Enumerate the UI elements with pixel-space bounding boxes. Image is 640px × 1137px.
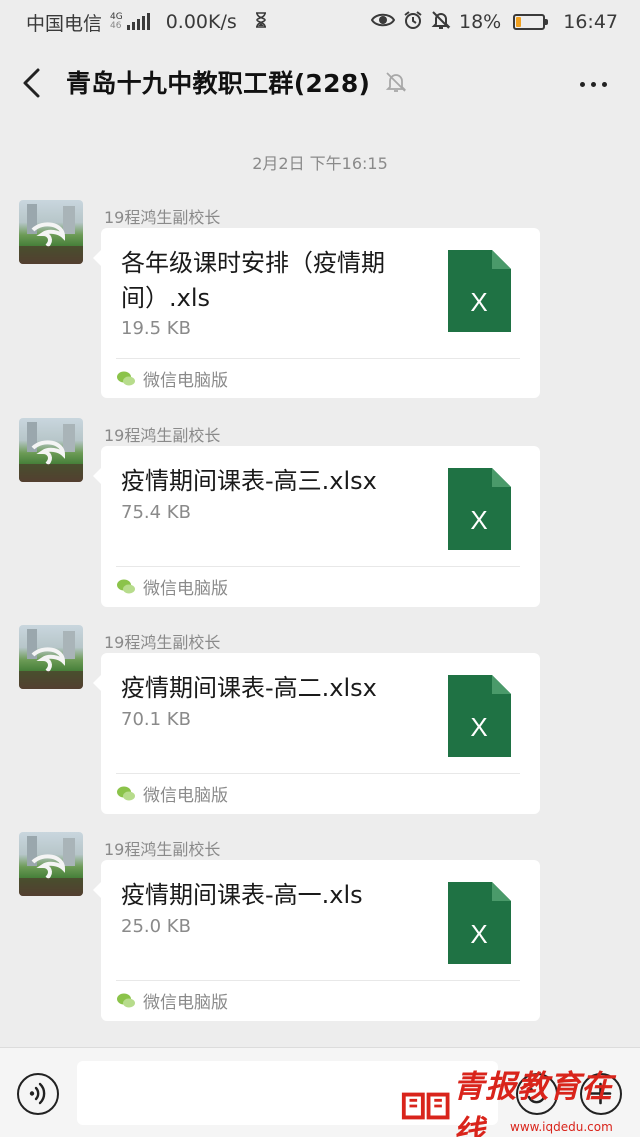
voice-button[interactable] [17,1073,59,1115]
excel-letter: X [470,712,487,742]
battery-percent: 18% [459,11,502,33]
file-message: 19程鸿生副校长 疫情期间课表-高三.xlsx 75.4 KB X 微信电脑版 [0,418,640,618]
alarm-icon [403,10,423,35]
source-label: 微信电脑版 [143,993,228,1013]
excel-file-icon: X [448,468,511,550]
file-card[interactable]: 各年级课时安排（疫情期间）.xls 19.5 KB X 微信电脑版 [93,228,540,398]
file-size: 19.5 KB [121,318,191,339]
wechat-icon [117,579,135,594]
file-card[interactable]: 疫情期间课表-高三.xlsx 75.4 KB X 微信电脑版 [93,446,540,607]
bell-off-icon [431,10,451,35]
file-name: 疫情期间课表-高三.xlsx [121,467,377,495]
avatar[interactable] [19,418,83,482]
more-icon-dot [602,81,607,87]
avatar[interactable] [19,832,83,896]
signal-icon [126,13,150,30]
status-left: 中国电信 4G 46 0.00K/s [26,9,267,36]
excel-file-icon: X [448,882,511,964]
sender-name: 19程鸿生副校长 [104,840,221,859]
file-message: 19程鸿生副校长 各年级课时安排（疫情期间）.xls 19.5 KB X 微信电… [0,200,640,400]
network-speed: 0.00K/s [165,11,237,33]
file-name: 疫情期间课表-高二.xlsx [121,674,377,702]
file-size: 75.4 KB [121,502,191,523]
file-card[interactable]: 疫情期间课表-高二.xlsx 70.1 KB X 微信电脑版 [93,653,540,814]
excel-file-icon: X [448,675,511,757]
sender-name: 19程鸿生副校长 [104,208,221,227]
excel-letter: X [470,287,487,317]
wechat-icon [117,371,135,386]
group-title: 青岛十九中教职工群(228) [66,69,371,98]
wechat-icon [117,993,135,1008]
wechat-icon [117,786,135,801]
file-card[interactable]: 疫情期间课表-高一.xls 25.0 KB X 微信电脑版 [93,860,540,1021]
voice-icon [29,1082,46,1105]
file-source: 微信电脑版 [117,988,228,1013]
avatar[interactable] [19,625,83,689]
back-icon [23,68,40,98]
file-message: 19程鸿生副校长 疫情期间课表-高一.xls 25.0 KB X 微信电脑版 [0,832,640,1032]
mute-icon [384,70,408,94]
divider [116,980,520,981]
source-label: 微信电脑版 [143,579,228,599]
network-type-label: 4G 46 [110,13,123,31]
more-icon [580,81,585,87]
excel-letter: X [470,919,487,949]
more-button[interactable] [580,74,612,94]
watermark: 青报教育在线 www.iqdedu.com [400,1069,636,1137]
back-button[interactable] [18,66,48,100]
network-sub: 46 [110,21,122,31]
file-source: 微信电脑版 [117,781,228,806]
battery-icon [513,14,549,30]
divider [116,773,520,774]
excel-file-icon: X [448,250,511,332]
file-size: 25.0 KB [121,916,191,937]
hourglass-icon [255,11,267,33]
file-name: 各年级课时安排（疫情期间）.xls [121,249,385,312]
file-name: 疫情期间课表-高一.xls [121,881,363,909]
source-label: 微信电脑版 [143,371,228,391]
clock: 16:47 [563,11,618,33]
chat-header: 青岛十九中教职工群(228) [0,44,640,120]
avatar[interactable] [19,200,83,264]
file-source: 微信电脑版 [117,574,228,599]
file-message: 19程鸿生副校长 疫情期间课表-高二.xlsx 70.1 KB X 微信电脑版 [0,625,640,825]
carrier-name: 中国电信 [26,12,103,35]
eye-icon [370,11,396,33]
watermark-url: www.iqdedu.com [510,1120,613,1134]
file-size: 70.1 KB [121,709,191,730]
chat-timestamp: 2月2日 下午16:15 [252,154,388,173]
excel-letter: X [470,505,487,535]
battery-fill [516,17,522,27]
status-right: 18% 16:47 [370,10,618,35]
watermark-logo [401,1092,450,1120]
divider [116,566,520,567]
sender-name: 19程鸿生副校长 [104,426,221,445]
divider [116,358,520,359]
file-source: 微信电脑版 [117,366,228,391]
source-label: 微信电脑版 [143,786,228,806]
sender-name: 19程鸿生副校长 [104,633,221,652]
status-bar: 中国电信 4G 46 0.00K/s 18% 16:47 [0,0,640,44]
more-icon-dot [591,81,596,87]
